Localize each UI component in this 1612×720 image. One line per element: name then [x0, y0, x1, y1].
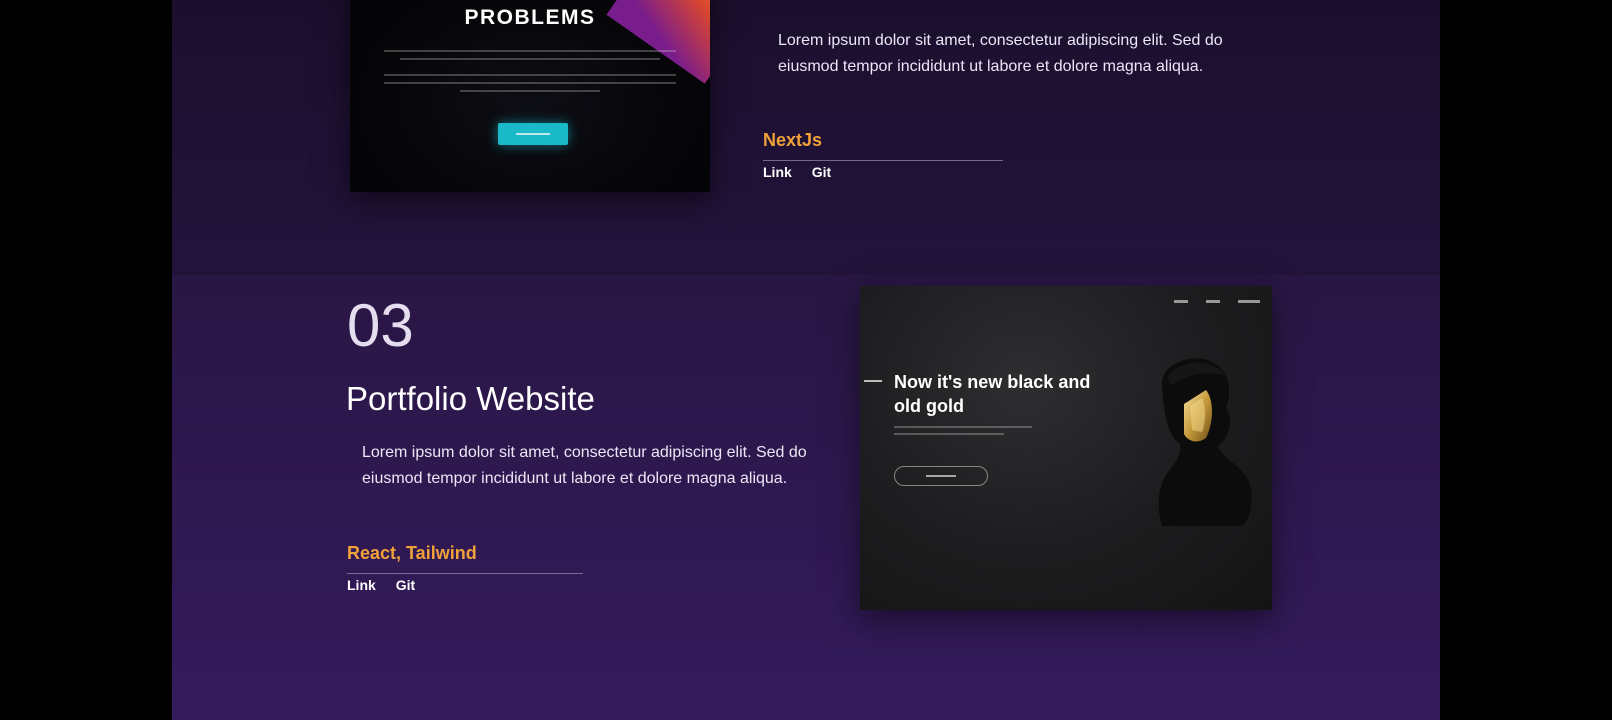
thumbnail-text-line: [384, 82, 676, 84]
project-prev-tech: NextJs: [763, 130, 823, 150]
project-prev-git-link[interactable]: Git: [812, 164, 831, 180]
thumbnail-cta-button: [498, 123, 568, 145]
bust-sculpture-icon: [1158, 358, 1252, 526]
projects-section: PROBLEMS Lorem ipsum dolor sit amet, con…: [172, 0, 1440, 720]
thumbnail-dash: [864, 380, 882, 382]
project-prev-link[interactable]: Link: [763, 164, 792, 180]
project-prev-thumbnail[interactable]: PROBLEMS: [350, 0, 710, 192]
project-git-link[interactable]: Git: [396, 577, 415, 593]
thumbnail-text-line: [384, 74, 676, 76]
project-link[interactable]: Link: [347, 577, 376, 593]
thumbnail-hero-text: Now it's new black and old gold: [894, 372, 1091, 416]
thumbnail-text-line: [460, 90, 600, 92]
project-number: 03: [347, 292, 414, 359]
project-title: Portfolio Website: [346, 380, 595, 417]
thumbnail-button: [894, 466, 988, 486]
thumbnail-subtext-line: [894, 433, 1004, 435]
project-links: Link Git: [347, 577, 415, 593]
project-prev-divider: [763, 160, 1003, 161]
thumbnail-nav: [1174, 300, 1260, 303]
thumbnail-text-line: [384, 50, 676, 52]
thumbnail-headline: PROBLEMS: [464, 6, 596, 29]
project-prev-links: Link Git: [763, 164, 831, 180]
thumbnail-subtext-line: [894, 426, 1032, 428]
project-tech: React, Tailwind: [347, 543, 477, 563]
project-thumbnail[interactable]: Now it's new black and old gold: [860, 286, 1272, 610]
thumbnail-text-line: [400, 58, 660, 60]
project-prev-description: Lorem ipsum dolor sit amet, consectetur …: [778, 32, 1223, 75]
project-description: Lorem ipsum dolor sit amet, consectetur …: [362, 444, 807, 487]
project-divider: [347, 573, 583, 574]
